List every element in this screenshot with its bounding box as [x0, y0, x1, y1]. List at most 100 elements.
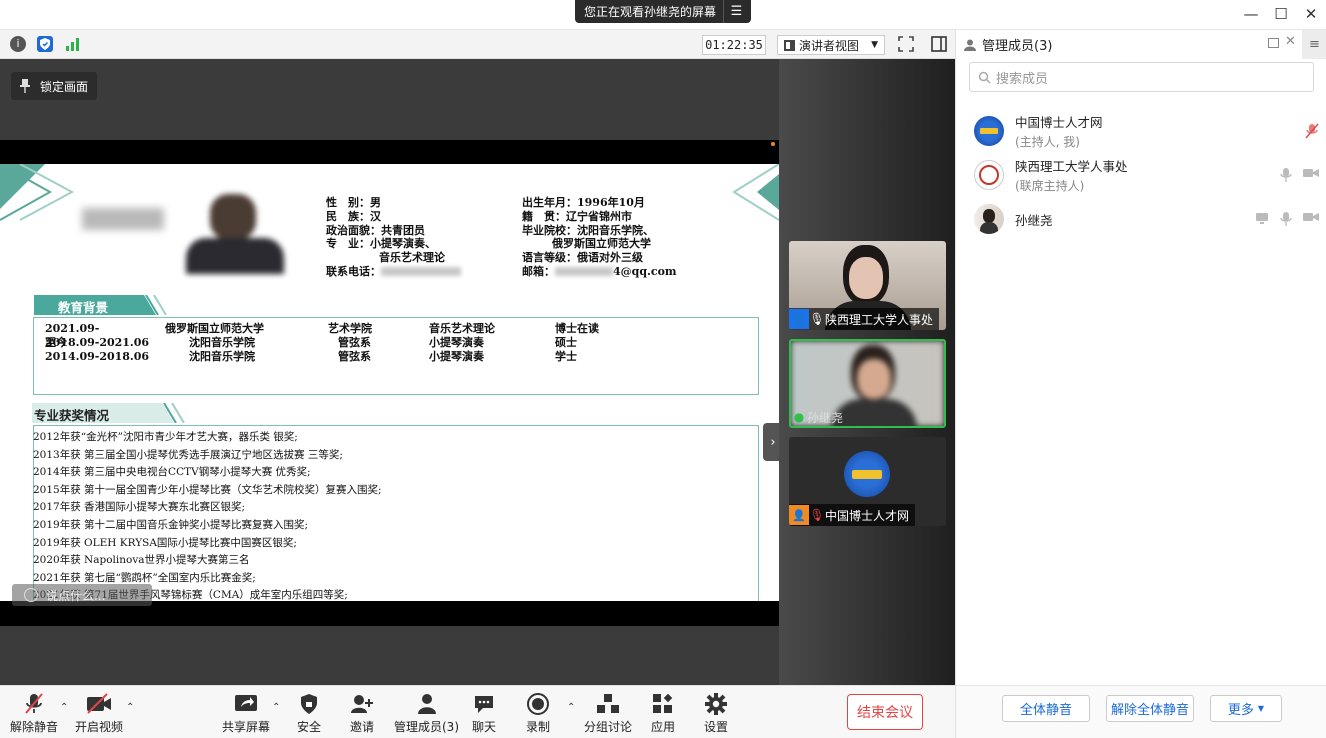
award-item: 2017年获 香港国际小提琴大赛东北赛区银奖;	[33, 501, 246, 514]
video-tile[interactable]: 👤 🎙 中国博士人才网	[789, 437, 946, 526]
start-video-button[interactable]: 开启视频	[75, 692, 123, 735]
chevron-down-icon: ▼	[871, 40, 878, 50]
award-item: 2012年获“金光杯”沈阳市青少年才艺大赛，器乐类 银奖;	[33, 431, 298, 443]
record-button[interactable]: 录制	[526, 692, 550, 735]
microphone-muted-icon: 🎙	[809, 508, 825, 522]
add-user-icon	[350, 692, 374, 716]
popout-icon[interactable]	[1268, 38, 1279, 48]
resume-slide: 性 别：男 民 族：汉 政治面貌：共青团员 专 业：小提琴演奏、 音乐艺术理论 …	[0, 164, 779, 601]
member-search-input[interactable]: 搜索成员	[969, 62, 1314, 92]
member-row[interactable]: 孙继尧	[974, 197, 1319, 241]
chevron-up-icon[interactable]: ⌃	[126, 702, 134, 713]
video-tile-active-speaker[interactable]: ● 孙继尧	[789, 339, 946, 428]
invite-button[interactable]: 邀请	[350, 692, 374, 735]
record-icon	[526, 692, 550, 716]
camera-off-icon	[85, 692, 113, 716]
meeting-toolbar: i 01:22:35 演讲者视图 ▼	[0, 30, 955, 59]
member-row[interactable]: 中国博士人才网 (主持人, 我)	[974, 109, 1319, 153]
user-icon: 👤	[789, 505, 809, 525]
minimize-icon[interactable]: —	[1240, 4, 1262, 24]
chat-bubble-icon	[24, 588, 38, 602]
breakout-rooms-button[interactable]: 分组讨论	[584, 692, 632, 735]
menu-icon[interactable]: ☰	[723, 0, 749, 23]
apps-icon	[652, 692, 674, 716]
chevron-up-icon[interactable]: ⌃	[567, 702, 575, 713]
chat-button[interactable]: 聊天	[472, 692, 496, 735]
member-role: (联席主持人)	[1015, 179, 1085, 193]
screen-share-icon[interactable]	[1255, 211, 1269, 225]
lock-view-button[interactable]: 锁定画面	[11, 72, 97, 100]
share-indicator-dot	[771, 142, 775, 146]
video-tile-label: 👤 🎙 陕西理工大学人事处	[789, 308, 940, 330]
microphone-icon[interactable]	[1279, 167, 1293, 183]
unmute-button[interactable]: 解除静音	[10, 692, 58, 735]
education-section-header: 教育背景	[34, 295, 174, 315]
shared-screen-stage: 锁定画面 性 别：男 民 族：汉 政治面貌：共青团员 专 业：小提琴演奏、 音乐…	[0, 59, 783, 685]
share-banner[interactable]: 您正在观看孙继尧的屏幕 ☰	[575, 0, 751, 23]
settings-button[interactable]: 设置	[704, 692, 728, 735]
end-meeting-button[interactable]: 结束会议	[847, 694, 923, 730]
shield-icon[interactable]	[37, 36, 53, 52]
award-item: 2015年获 第十一届全国青少年小提琴比赛（文华艺术院校奖）复赛入围奖;	[33, 483, 382, 496]
member-row[interactable]: 陕西理工大学人事处 (联席主持人)	[974, 153, 1319, 197]
share-banner-text: 您正在观看孙继尧的屏幕	[584, 5, 717, 19]
awards-title: 专业获奖情况	[34, 408, 110, 423]
profile-fields-left: 性 别：男 民 族：汉 政治面貌：共青团员 专 业：小提琴演奏、 音乐艺术理论 …	[326, 196, 461, 279]
award-item: 2020年获 Napolinova世界小提琴大赛第三名	[33, 554, 250, 567]
info-icon[interactable]: i	[10, 36, 26, 52]
chevron-up-icon[interactable]: ⌃	[60, 702, 68, 713]
share-screen-icon	[233, 692, 259, 716]
user-icon: 👤	[789, 309, 809, 329]
user-icon	[964, 39, 976, 51]
member-role: (主持人, 我)	[1015, 135, 1080, 149]
avatar	[974, 116, 1004, 146]
gear-icon	[704, 692, 728, 716]
chevron-up-icon[interactable]: ⌃	[272, 702, 280, 713]
more-button[interactable]: 更多 ▼	[1210, 695, 1282, 722]
maximize-icon[interactable]: ☐	[1270, 4, 1292, 24]
manage-members-button[interactable]: 管理成员(3)	[394, 692, 459, 735]
microphone-icon: ●	[793, 410, 805, 424]
close-icon[interactable]: ✕	[1300, 4, 1322, 24]
fullscreen-icon[interactable]	[898, 36, 914, 52]
microphone-muted-icon[interactable]	[1305, 123, 1319, 139]
security-button[interactable]: 安全	[297, 692, 321, 735]
camera-icon[interactable]	[1303, 167, 1319, 179]
microphone-icon[interactable]	[1279, 211, 1293, 227]
slide-decoration-left	[0, 164, 75, 221]
members-panel: 管理成员(3) ✕ ≡ 搜索成员 中国博士人才网 (主持人, 我) 陕西理工大学…	[955, 30, 1326, 738]
layout-icon	[784, 39, 795, 51]
logo-avatar	[844, 451, 890, 497]
apps-button[interactable]: 应用	[651, 692, 675, 735]
members-panel-header: 管理成员(3) ✕ ≡	[956, 30, 1326, 59]
members-icon	[416, 692, 438, 716]
slide-decoration-right	[732, 164, 779, 221]
signal-icon[interactable]	[65, 36, 81, 52]
share-screen-button[interactable]: 共享屏幕	[222, 692, 270, 735]
pin-icon	[20, 79, 30, 93]
annotation-hint[interactable]: 说点什么...	[12, 584, 152, 606]
members-panel-title: 管理成员(3)	[982, 39, 1053, 54]
microphone-icon: 🎙	[809, 312, 825, 326]
lock-view-label: 锁定画面	[40, 79, 89, 94]
unmute-all-button[interactable]: 解除全体静音	[1106, 695, 1194, 722]
award-item: 2014年获 第三届中央电视台CCTV钢琴小提琴大赛 优秀奖;	[33, 466, 311, 479]
panel-toggle-icon[interactable]	[931, 36, 947, 52]
caret-down-icon: ▼	[1257, 704, 1265, 713]
mute-all-button[interactable]: 全体静音	[1002, 695, 1090, 722]
view-mode-select[interactable]: 演讲者视图 ▼	[777, 35, 885, 55]
member-name: 中国博士人才网	[1015, 115, 1103, 130]
education-title: 教育背景	[58, 300, 109, 315]
camera-icon[interactable]	[1303, 211, 1319, 223]
breakout-icon	[596, 692, 620, 716]
award-item: 2019年获 第十二届中国音乐金钟奖小提琴比赛复赛入围奖;	[33, 518, 309, 531]
shield-icon	[299, 692, 319, 716]
close-icon[interactable]: ✕	[1285, 34, 1296, 49]
view-mode-label: 演讲者视图	[799, 38, 860, 53]
video-tile[interactable]: 👤 🎙 陕西理工大学人事处	[789, 241, 946, 330]
menu-icon[interactable]: ≡	[1302, 30, 1326, 59]
chat-icon	[473, 692, 495, 716]
profile-photo	[186, 194, 284, 274]
member-name: 孙继尧	[1015, 212, 1053, 228]
awards-section-header: 专业获奖情况	[32, 403, 202, 423]
